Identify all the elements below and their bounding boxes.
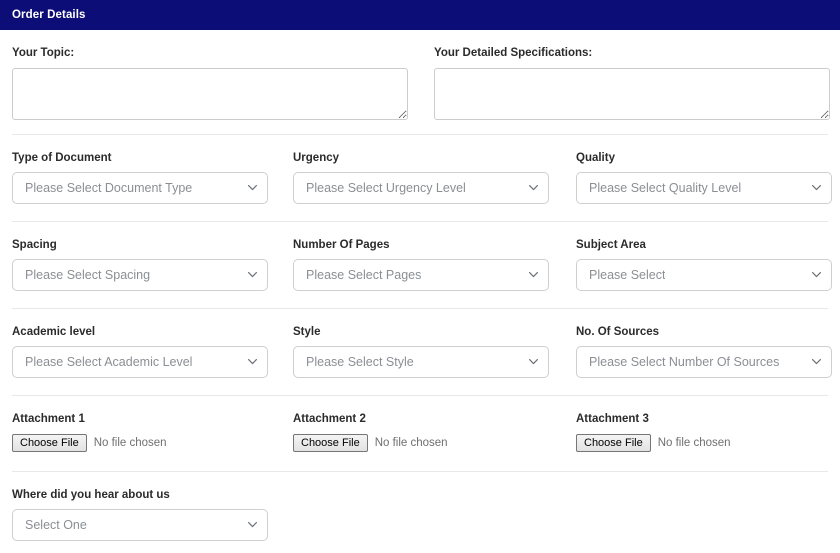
quality-label: Quality	[576, 152, 615, 164]
field-style: Style Please Select Style	[293, 325, 576, 378]
field-attachment-3: Attachment 3 Choose File No file chosen	[576, 412, 828, 453]
attachment-3-label: Attachment 3	[576, 413, 649, 425]
urgency-select-wrap: Please Select Urgency Level	[293, 172, 549, 204]
quality-select[interactable]: Please Select Quality Level	[576, 172, 832, 204]
style-select-wrap: Please Select Style	[293, 346, 549, 378]
urgency-value: Please Select Urgency Level	[306, 181, 466, 195]
attachment-2-choose-file-button[interactable]: Choose File	[293, 434, 368, 452]
no-of-sources-label: No. Of Sources	[576, 326, 660, 338]
subject-area-select[interactable]: Please Select	[576, 259, 832, 291]
academic-style-sources-row: Academic level Please Select Academic Le…	[12, 309, 832, 395]
referral-source-value: Select One	[25, 518, 87, 532]
attachment-1-label: Attachment 1	[12, 413, 85, 425]
no-of-sources-select[interactable]: Please Select Number Of Sources	[576, 346, 832, 378]
field-type-of-document: Type of Document Please Select Document …	[12, 151, 293, 204]
attachment-3-file-input[interactable]: Choose File No file chosen	[576, 433, 828, 453]
subject-area-value: Please Select	[589, 268, 666, 282]
academic-level-select-wrap: Please Select Academic Level	[12, 346, 268, 378]
spacing-select[interactable]: Please Select Spacing	[12, 259, 268, 291]
referral-source-select-wrap: Select One	[12, 509, 268, 541]
field-spacing: Spacing Please Select Spacing	[12, 238, 293, 291]
style-value: Please Select Style	[306, 355, 414, 369]
field-number-of-pages: Number Of Pages Please Select Pages	[293, 238, 576, 291]
academic-level-label: Academic level	[12, 326, 96, 338]
field-academic-level: Academic level Please Select Academic Le…	[12, 325, 293, 378]
field-your-topic: Your Topic:	[12, 46, 408, 120]
referral-row: Where did you hear about us Select One	[12, 472, 828, 553]
spacing-select-wrap: Please Select Spacing	[12, 259, 268, 291]
type-of-document-select[interactable]: Please Select Document Type	[12, 172, 268, 204]
field-referral-source: Where did you hear about us Select One	[12, 488, 293, 541]
order-form: Your Topic: Your Detailed Specifications…	[0, 30, 840, 553]
attachment-2-label: Attachment 2	[293, 413, 366, 425]
subject-area-label: Subject Area	[576, 239, 646, 251]
subject-area-select-wrap: Please Select	[576, 259, 832, 291]
document-urgency-quality-row: Type of Document Please Select Document …	[12, 135, 832, 221]
detailed-specifications-label: Your Detailed Specifications:	[434, 47, 593, 59]
referral-source-select[interactable]: Select One	[12, 509, 268, 541]
field-attachment-2: Attachment 2 Choose File No file chosen	[293, 412, 576, 453]
referral-source-label: Where did you hear about us	[12, 489, 170, 501]
type-of-document-select-wrap: Please Select Document Type	[12, 172, 268, 204]
style-select[interactable]: Please Select Style	[293, 346, 549, 378]
your-topic-textarea[interactable]	[12, 68, 408, 120]
field-subject-area: Subject Area Please Select	[576, 238, 832, 291]
your-topic-label: Your Topic:	[12, 47, 75, 59]
topic-and-specs-row: Your Topic: Your Detailed Specifications…	[12, 30, 830, 134]
field-urgency: Urgency Please Select Urgency Level	[293, 151, 576, 204]
attachment-1-file-input[interactable]: Choose File No file chosen	[12, 433, 293, 453]
panel-header: Order Details	[0, 0, 840, 30]
attachments-row: Attachment 1 Choose File No file chosen …	[12, 396, 828, 471]
spacing-pages-subject-row: Spacing Please Select Spacing Number Of …	[12, 222, 832, 308]
number-of-pages-select-wrap: Please Select Pages	[293, 259, 549, 291]
style-label: Style	[293, 326, 321, 338]
field-attachment-1: Attachment 1 Choose File No file chosen	[12, 412, 293, 453]
number-of-pages-select[interactable]: Please Select Pages	[293, 259, 549, 291]
type-of-document-value: Please Select Document Type	[25, 181, 193, 195]
field-detailed-specifications: Your Detailed Specifications:	[434, 46, 830, 120]
number-of-pages-label: Number Of Pages	[293, 239, 390, 251]
field-quality: Quality Please Select Quality Level	[576, 151, 832, 204]
attachment-1-choose-file-button[interactable]: Choose File	[12, 434, 87, 452]
no-of-sources-value: Please Select Number Of Sources	[589, 355, 780, 369]
number-of-pages-value: Please Select Pages	[306, 268, 422, 282]
spacing-value: Please Select Spacing	[25, 268, 151, 282]
urgency-select[interactable]: Please Select Urgency Level	[293, 172, 549, 204]
attachment-3-file-status: No file chosen	[657, 437, 731, 449]
academic-level-value: Please Select Academic Level	[25, 355, 193, 369]
spacing-label: Spacing	[12, 239, 57, 251]
page-title: Order Details	[12, 9, 86, 21]
attachment-2-file-status: No file chosen	[374, 437, 448, 449]
field-no-of-sources: No. Of Sources Please Select Number Of S…	[576, 325, 832, 378]
quality-value: Please Select Quality Level	[589, 181, 742, 195]
no-of-sources-select-wrap: Please Select Number Of Sources	[576, 346, 832, 378]
detailed-specifications-textarea[interactable]	[434, 68, 830, 120]
order-details-page: Order Details Your Topic: Your Detailed …	[0, 0, 840, 542]
academic-level-select[interactable]: Please Select Academic Level	[12, 346, 268, 378]
quality-select-wrap: Please Select Quality Level	[576, 172, 832, 204]
attachment-1-file-status: No file chosen	[93, 437, 167, 449]
attachment-2-file-input[interactable]: Choose File No file chosen	[293, 433, 576, 453]
attachment-3-choose-file-button[interactable]: Choose File	[576, 434, 651, 452]
urgency-label: Urgency	[293, 152, 340, 164]
type-of-document-label: Type of Document	[12, 152, 112, 164]
